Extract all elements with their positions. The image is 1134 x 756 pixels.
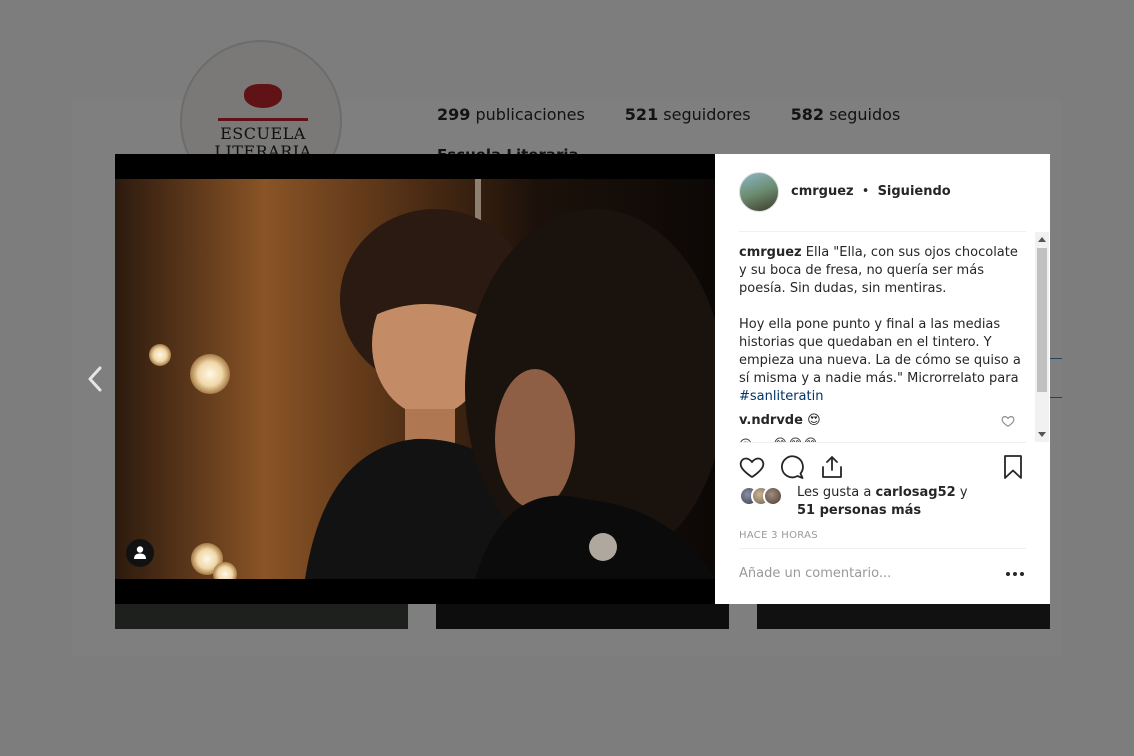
post-sidebar: cmrguez • Siguiendo cmrguez Ella "Ella, … [715,154,1050,604]
caption-text-part2: Hoy ella pone punto y final a las medias… [739,317,1021,386]
likes-text: Les gusta a carlosag52 y 51 personas más [797,484,968,520]
likes-prefix: Les gusta a [797,485,872,500]
caption-hashtag[interactable]: #sanliteratin [739,389,823,404]
header-separator: • [861,184,870,199]
divider [739,548,1026,549]
comments-list: cmrguez Ella "Ella, con sus ojos chocola… [739,244,1025,442]
post-photo[interactable] [115,179,715,579]
caption-username[interactable]: cmrguez [739,245,802,260]
more-dots-icon [1020,572,1024,576]
comments-scrollbar[interactable] [1035,232,1049,442]
chevron-left-icon [88,366,102,392]
action-icons-row [739,453,1026,481]
liked-by-username[interactable]: carlosag52 [875,485,955,500]
user-tag-button[interactable] [126,539,154,567]
more-dots-icon [1013,572,1017,576]
share-icon[interactable] [819,454,845,480]
more-dots-icon [1006,572,1010,576]
comment-username[interactable]: v.ndrvde [739,413,803,428]
caption: cmrguez Ella "Ella, con sus ojos chocola… [739,244,1025,406]
post-header: cmrguez • Siguiendo [739,172,1026,232]
bookmark-icon[interactable] [1000,454,1026,480]
likes-conjunction: y [959,485,968,500]
photo-illustration [115,179,715,579]
comment-text: 😍 [807,413,821,428]
follow-status-button[interactable]: Siguiendo [878,184,951,199]
post-timestamp[interactable]: HACE 3 HORAS [739,530,818,541]
likers-avatars[interactable] [739,484,795,506]
previous-post-button[interactable] [84,364,108,394]
post-modal: cmrguez • Siguiendo cmrguez Ella "Ella, … [115,154,1050,604]
more-options-button[interactable] [1006,568,1026,580]
likes-others-link[interactable]: 51 personas más [797,503,921,518]
scroll-up-arrow-icon[interactable] [1038,237,1046,242]
heart-icon[interactable] [739,454,765,480]
scroll-down-arrow-icon[interactable] [1038,432,1046,437]
post-actions [739,442,1026,481]
post-media [115,154,715,604]
comment-item: v.ndrvde 😍 [739,412,1025,430]
scroll-thumb[interactable] [1037,248,1047,392]
liker-avatar [763,486,783,506]
heart-icon[interactable] [1001,414,1015,428]
author-avatar[interactable] [739,172,779,212]
add-comment-input[interactable] [739,566,979,581]
user-tag-icon [134,546,146,559]
comment-icon[interactable] [779,454,805,480]
likes-summary: Les gusta a carlosag52 y 51 personas más [739,484,968,520]
author-username[interactable]: cmrguez [791,184,854,199]
author-info: cmrguez • Siguiendo [791,184,951,199]
